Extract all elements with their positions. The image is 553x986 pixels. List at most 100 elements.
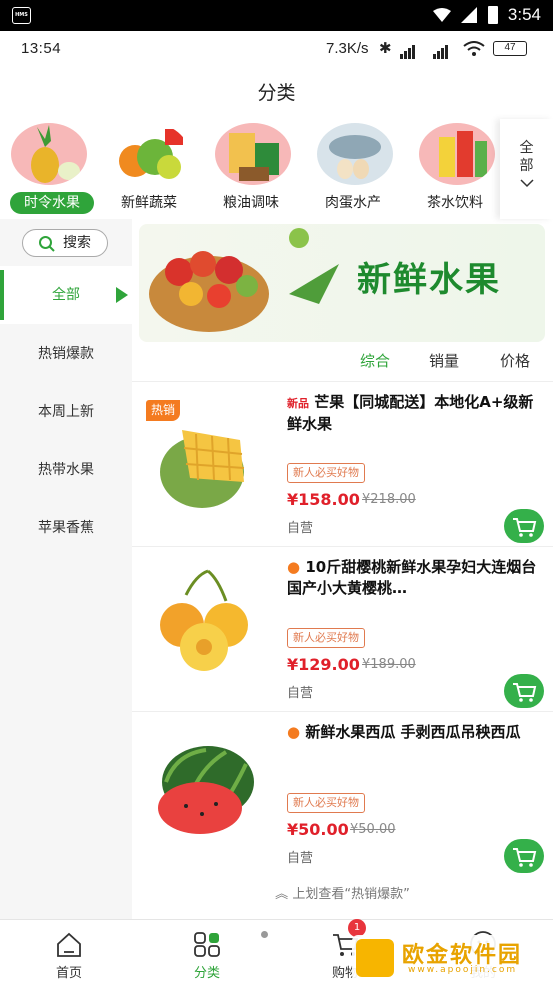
network-speed: 7.3K/s <box>326 40 369 57</box>
product-price: ¥50.00 <box>287 820 349 839</box>
grain-oil-image <box>215 123 291 185</box>
sidebar-item-all[interactable]: 全部 <box>0 266 132 324</box>
add-to-cart-button[interactable] <box>504 839 544 873</box>
all-toggle-line1: 全 <box>519 140 534 156</box>
sort-tab-sales[interactable]: 销量 <box>429 350 459 371</box>
watermelon-image <box>158 746 254 834</box>
promo-tag: 新人必买好物 <box>287 463 365 483</box>
product-card[interactable]: 热销 新品 芒果【同城配送】本地化A+级新鲜水果 新人必买好物 ¥158.00 … <box>132 381 553 546</box>
add-to-cart-button[interactable] <box>504 674 544 708</box>
drinks-image <box>419 123 495 185</box>
category-label: 时令水果 <box>10 192 94 214</box>
product-name-text: 新鲜水果西瓜 手剥西瓜吊秧西瓜 <box>305 723 521 741</box>
product-name: 新品 芒果【同城配送】本地化A+级新鲜水果 <box>287 392 537 435</box>
banner-title: 新鲜水果 <box>357 260 501 300</box>
hot-sale-badge: 热销 <box>146 400 181 421</box>
category-tea-drinks[interactable]: 茶水饮料 <box>408 119 502 219</box>
product-name: ● 10斤甜樱桃新鲜水果孕妇大连烟台国产小大黄樱桃… <box>287 557 537 599</box>
system-status-bar: HMS 3:54 <box>0 0 553 31</box>
seller-label: 自营 <box>287 686 314 701</box>
chevron-down-icon <box>519 179 534 188</box>
product-card[interactable]: ● 新鲜水果西瓜 手剥西瓜吊秧西瓜 新人必买好物 ¥50.00 ¥50.00 自… <box>132 711 553 876</box>
category-meat-eggs-seafood[interactable]: 肉蛋水产 <box>306 119 400 219</box>
cart-icon <box>513 518 537 537</box>
sidebar-item-label: 本周上新 <box>38 404 94 420</box>
original-price: ¥189.00 <box>362 657 416 672</box>
sidebar-item-label: 苹果香蕉 <box>38 520 94 536</box>
sidebar-item-tropical[interactable]: 热带水果 <box>0 441 132 499</box>
category-seasonal-fruit[interactable]: 时令水果 <box>0 119 94 219</box>
sidebar-item-new-this-week[interactable]: 本周上新 <box>0 383 132 441</box>
phone-status-bar: 13:54 7.3K/s ✱ 47 <box>0 31 553 67</box>
original-price: ¥218.00 <box>362 492 416 507</box>
sidebar-item-label: 全部 <box>52 287 80 303</box>
promo-tag: 新人必买好物 <box>287 628 365 648</box>
triangle-right-icon <box>116 287 128 303</box>
nav-category[interactable]: 分类 <box>138 920 276 986</box>
cherry-image <box>160 569 248 671</box>
nav-home[interactable]: 首页 <box>0 920 138 986</box>
all-toggle-line2: 部 <box>519 158 534 174</box>
sidebar-item-hot[interactable]: 热销爆款 <box>0 325 132 383</box>
battery-level: 47 <box>493 41 527 56</box>
pull-up-hint: ︽ 上划查看“热销爆款” <box>132 877 553 919</box>
hot-fire-icon: ● <box>287 558 301 576</box>
product-name: ● 新鲜水果西瓜 手剥西瓜吊秧西瓜 <box>287 722 537 743</box>
nav-label: 分类 <box>193 966 220 981</box>
home-icon <box>57 932 81 957</box>
original-price: ¥50.00 <box>350 822 396 837</box>
pull-up-hint-text: 上划查看“热销爆款” <box>292 887 410 902</box>
vegetables-image <box>113 123 189 185</box>
active-indicator <box>0 270 4 320</box>
signal-bars-icon <box>400 41 416 59</box>
hms-icon: HMS <box>12 7 31 24</box>
product-name-text: 10斤甜樱桃新鲜水果孕妇大连烟台国产小大黄樱桃… <box>287 558 537 597</box>
signal-icon <box>461 7 477 23</box>
all-categories-toggle[interactable]: 全 部 <box>500 119 553 219</box>
battery-icon <box>488 6 498 24</box>
phone-time: 13:54 <box>21 40 62 57</box>
sidebar-item-apple-banana[interactable]: 苹果香蕉 <box>0 499 132 557</box>
watermark-icon <box>356 939 394 977</box>
double-chevron-up-icon: ︽ <box>275 887 289 902</box>
new-tag: 新品 <box>287 397 309 410</box>
cart-icon <box>513 848 537 867</box>
sidebar-item-label: 热带水果 <box>38 462 94 478</box>
sort-tab-comprehensive[interactable]: 综合 <box>360 350 390 371</box>
watermark-url: www.apoojin.com <box>408 965 518 975</box>
sort-tab-price[interactable]: 价格 <box>500 350 530 371</box>
category-label: 粮油调味 <box>223 195 279 211</box>
product-price: ¥129.00 <box>287 655 360 674</box>
fruit-basket-image <box>149 228 339 332</box>
category-strip: 时令水果 新鲜蔬菜 粮油调味 肉蛋水产 茶水饮料 <box>0 119 553 219</box>
search-icon <box>39 236 55 252</box>
hot-fire-icon: ● <box>287 723 301 741</box>
subcategory-sidebar: 搜索 全部 热销爆款 本周上新 热带水果 苹果香蕉 <box>0 219 132 919</box>
page-title: 分类 <box>257 82 296 104</box>
nav-label: 首页 <box>55 966 82 981</box>
product-card[interactable]: ● 10斤甜樱桃新鲜水果孕妇大连烟台国产小大黄樱桃… 新人必买好物 ¥129.0… <box>132 546 553 711</box>
watermark-logo: 欧金软件园 www.apoojin.com <box>352 935 548 981</box>
signal-bars-icon-2 <box>433 41 449 59</box>
add-to-cart-button[interactable] <box>504 509 544 543</box>
wifi-status-icon <box>463 41 485 56</box>
sidebar-item-label: 热销爆款 <box>38 346 94 362</box>
bluetooth-icon: ✱ <box>379 40 392 57</box>
category-grain-oil[interactable]: 粮油调味 <box>204 119 298 219</box>
category-label: 新鲜蔬菜 <box>121 195 177 211</box>
category-grid-icon <box>194 932 220 957</box>
search-label: 搜索 <box>63 235 91 251</box>
category-fresh-vegetables[interactable]: 新鲜蔬菜 <box>102 119 196 219</box>
promo-banner[interactable]: 新鲜水果 <box>139 224 545 342</box>
seller-label: 自营 <box>287 521 314 536</box>
system-time: 3:54 <box>507 5 541 24</box>
search-button[interactable]: 搜索 <box>22 229 108 257</box>
meat-seafood-image <box>317 123 393 185</box>
seller-label: 自营 <box>287 851 314 866</box>
category-label: 肉蛋水产 <box>325 195 381 211</box>
promo-tag: 新人必买好物 <box>287 793 365 813</box>
cart-icon <box>513 683 537 702</box>
product-name-text: 芒果【同城配送】本地化A+级新鲜水果 <box>287 393 534 433</box>
product-price: ¥158.00 <box>287 490 360 509</box>
category-label: 茶水饮料 <box>427 195 483 211</box>
